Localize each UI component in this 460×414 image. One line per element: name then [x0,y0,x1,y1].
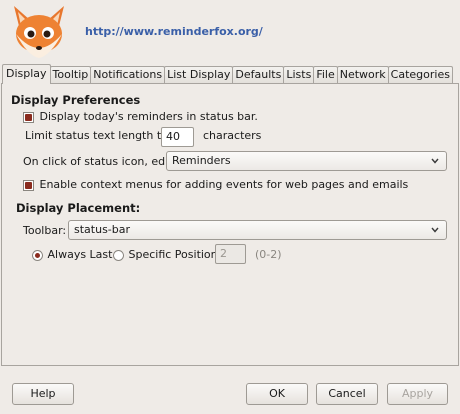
onclick-edit-value: Reminders [172,154,231,167]
fox-logo-icon [14,6,64,58]
show-status-label[interactable]: Display today's reminders in status bar. [40,110,258,123]
apply-button[interactable]: Apply [387,383,448,405]
show-status-checkbox[interactable] [23,111,34,123]
display-tab-panel: Display Preferences Display today's remi… [1,83,459,366]
show-status-row: Display today's reminders in status bar. [23,110,258,123]
context-menu-label[interactable]: Enable context menus for adding events f… [40,178,409,191]
position-range-hint: (0-2) [255,248,282,261]
limit-label: Limit status text length to: [25,129,172,142]
website-link[interactable]: http://www.reminderfox.org/ [85,25,263,38]
toolbar-label: Toolbar: [23,224,67,237]
tab-network[interactable]: Network [336,66,389,84]
tab-notifications[interactable]: Notifications [90,66,166,84]
tab-lists[interactable]: Lists [283,66,315,84]
always-last-radio[interactable] [32,249,43,261]
tab-defaults[interactable]: Defaults [232,66,285,84]
tab-tooltip[interactable]: Tooltip [49,66,92,84]
header: http://www.reminderfox.org/ [0,0,460,62]
limit-length-input[interactable]: 40 [161,127,194,147]
specific-position-row: Specific Position [113,248,218,261]
toolbar-value: status-bar [74,223,131,236]
onclick-label: On click of status icon, edit: [23,155,177,168]
tab-list-display[interactable]: List Display [164,66,234,84]
help-button[interactable]: Help [12,383,74,405]
specific-position-label[interactable]: Specific Position [129,248,218,261]
display-preferences-heading: Display Preferences [11,93,141,107]
context-menu-row: Enable context menus for adding events f… [23,178,408,191]
chevron-down-icon [431,227,439,233]
tab-bar: Display Tooltip Notifications List Displ… [2,64,453,84]
cancel-button[interactable]: Cancel [316,383,378,405]
tab-categories[interactable]: Categories [387,66,453,84]
ok-button[interactable]: OK [246,383,308,405]
toolbar-dropdown[interactable]: status-bar [68,220,447,240]
tab-file[interactable]: File [313,66,338,84]
position-input[interactable]: 2 [215,244,246,264]
limit-unit-label: characters [203,129,262,142]
always-last-row: Always Last [32,248,112,261]
display-placement-heading: Display Placement: [16,201,141,215]
always-last-label[interactable]: Always Last [48,248,113,261]
specific-position-radio[interactable] [113,249,124,261]
onclick-edit-dropdown[interactable]: Reminders [166,151,447,171]
tab-display[interactable]: Display [2,64,51,84]
chevron-down-icon [431,158,439,164]
context-menu-checkbox[interactable] [23,179,34,191]
